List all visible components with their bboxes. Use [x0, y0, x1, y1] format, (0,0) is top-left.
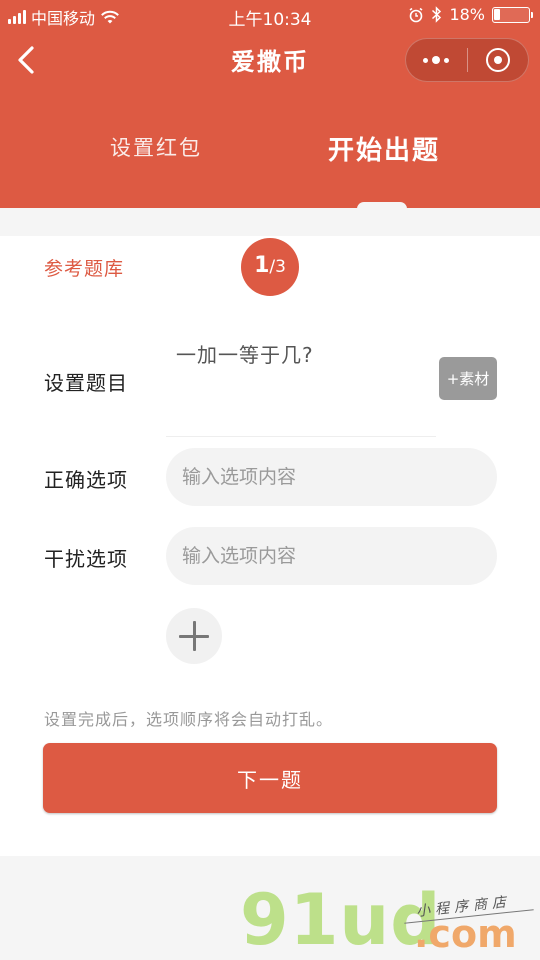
- battery-icon: [492, 6, 533, 23]
- watermark-main: 91ud: [240, 879, 442, 960]
- close-miniprogram-button[interactable]: [467, 38, 528, 82]
- correct-option-label: 正确选项: [44, 468, 128, 492]
- add-option-button[interactable]: [166, 608, 222, 664]
- bluetooth-icon: [432, 6, 442, 23]
- battery-level: [494, 8, 500, 20]
- reference-bank-link[interactable]: 参考题库: [44, 254, 124, 281]
- watermark-logo: 91ud 小程序商店 .com: [240, 880, 540, 960]
- tab-set-redpacket[interactable]: 设置红包: [110, 132, 202, 162]
- add-material-button[interactable]: +素材: [439, 357, 497, 400]
- plus-icon: [179, 621, 209, 651]
- tab-header: 设置红包 开始出题: [0, 90, 540, 209]
- question-input[interactable]: 一加一等于几?: [176, 339, 314, 368]
- page-counter: 1 /3: [241, 238, 299, 296]
- next-question-button[interactable]: 下一题: [43, 743, 497, 813]
- question-label: 设置题目: [44, 371, 128, 395]
- question-card: 参考题库 1 /3 设置题目 一加一等于几? +素材 正确选项 干扰选项 设置完…: [0, 236, 540, 856]
- target-circle-icon: [485, 48, 510, 72]
- tab-start-questions[interactable]: 开始出题: [328, 130, 440, 167]
- back-button[interactable]: [10, 42, 46, 78]
- page-total: /3: [269, 257, 286, 277]
- alarm-icon: [409, 7, 423, 22]
- status-bar: 中国移动 上午10:34 18%: [0, 0, 540, 30]
- correct-option-input[interactable]: [166, 448, 497, 506]
- watermark-domain: .com: [414, 912, 517, 956]
- shuffle-hint: 设置完成后，选项顺序将会自动打乱。: [44, 710, 334, 729]
- active-tab-indicator: [357, 202, 407, 209]
- nav-bar: 爱撒币: [0, 30, 540, 90]
- distractor-option-label: 干扰选项: [44, 547, 128, 571]
- more-button[interactable]: [406, 38, 467, 82]
- more-dots-icon: [423, 56, 450, 64]
- capsule-menu: [405, 38, 529, 82]
- page-current: 1: [254, 253, 270, 278]
- status-right: 18%: [408, 5, 533, 24]
- distractor-option-input[interactable]: [166, 527, 497, 585]
- chevron-left-icon: [18, 46, 34, 74]
- battery-percent: 18%: [449, 5, 485, 24]
- question-underline: [166, 436, 436, 437]
